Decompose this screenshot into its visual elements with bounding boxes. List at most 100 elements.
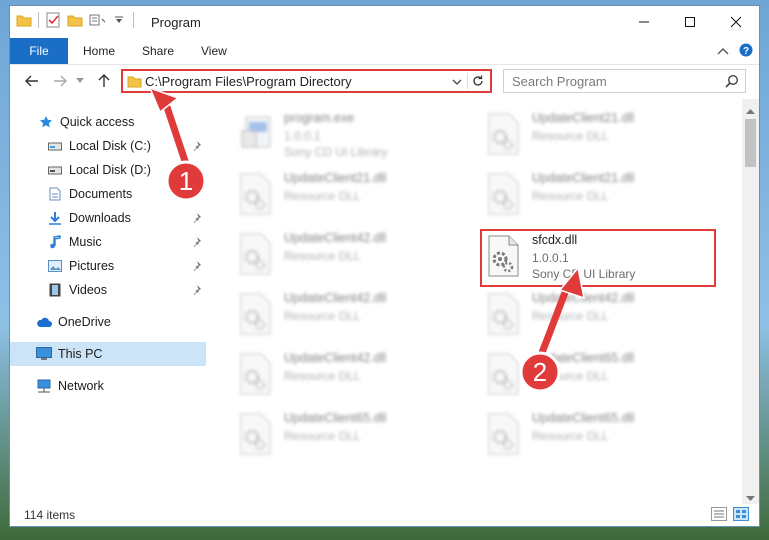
tab-home[interactable]: Home xyxy=(83,44,115,58)
file-version: 1.0.0.1 xyxy=(532,251,569,265)
list-item[interactable]: UpdateClient42.dll Resource DLL xyxy=(482,289,718,341)
list-item[interactable]: UpdateClient42.dll Resource DLL xyxy=(234,289,470,341)
sidebar-item-label: Documents xyxy=(69,187,133,201)
expand-ribbon-icon[interactable] xyxy=(717,45,729,59)
file-type: Resource DLL xyxy=(532,369,609,383)
music-icon xyxy=(47,234,63,250)
file-name: UpdateClient65.dll xyxy=(532,411,635,425)
refresh-icon[interactable] xyxy=(467,73,488,89)
sidebar-item-label: Downloads xyxy=(69,211,131,225)
file-name: sfcdx.dll xyxy=(532,233,578,247)
address-bar[interactable]: C:\Program Files\Program Directory xyxy=(121,69,492,93)
sidebar-item-this-pc[interactable]: This PC xyxy=(10,342,206,366)
sidebar-item-local-disk-c[interactable]: Local Disk (C:) xyxy=(10,134,206,158)
customize-toolbar-icon[interactable] xyxy=(89,12,105,28)
dll-file-icon xyxy=(486,235,524,277)
svg-text:?: ? xyxy=(743,46,749,57)
sidebar-item-network[interactable]: Network xyxy=(10,374,206,398)
window-controls xyxy=(621,6,759,38)
file-type: Resource DLL xyxy=(532,429,609,443)
tab-view[interactable]: View xyxy=(201,44,227,58)
file-name: UpdateClient21.dll xyxy=(284,171,387,185)
sidebar-item-downloads[interactable]: Downloads xyxy=(10,206,206,230)
file-type: Resource DLL xyxy=(532,189,609,203)
sidebar-item-label: Local Disk (C:) xyxy=(69,139,151,153)
search-input[interactable] xyxy=(510,73,714,90)
list-item[interactable]: UpdateClient65.dll Resource DLL xyxy=(234,409,470,461)
sidebar-item-documents[interactable]: Documents xyxy=(10,182,206,206)
dll-file-icon xyxy=(238,413,276,455)
list-item[interactable]: UpdateClient65.dll Resource DLL xyxy=(482,409,718,461)
maximize-button[interactable] xyxy=(667,6,713,38)
file-list: program.exe 1.0.0.1 Sony CD UI Library U… xyxy=(208,99,744,509)
pin-icon[interactable] xyxy=(192,284,202,298)
forward-button[interactable] xyxy=(52,73,68,89)
scrollbar-thumb[interactable] xyxy=(745,119,756,167)
pin-icon[interactable] xyxy=(192,260,202,274)
file-name: UpdateClient65.dll xyxy=(532,351,635,365)
search-icon[interactable] xyxy=(725,74,739,91)
sidebar-item-label: Network xyxy=(58,379,104,393)
sidebar-item-music[interactable]: Music xyxy=(10,230,206,254)
dll-file-icon xyxy=(486,293,524,335)
recent-locations-button[interactable] xyxy=(72,73,88,89)
chevron-down-icon[interactable] xyxy=(111,12,127,28)
dll-file-icon xyxy=(238,173,276,215)
new-folder-icon[interactable] xyxy=(67,12,83,28)
file-type: Resource DLL xyxy=(284,249,361,263)
up-button[interactable] xyxy=(96,73,112,89)
file-version: 1.0.0.1 xyxy=(284,129,321,143)
file-name: UpdateClient42.dll xyxy=(284,231,387,245)
scroll-up-icon[interactable] xyxy=(746,103,755,117)
drive-icon xyxy=(47,138,63,154)
separator xyxy=(38,12,39,28)
list-item[interactable]: UpdateClient21.dll Resource DLL xyxy=(482,169,718,221)
address-path: C:\Program Files\Program Directory xyxy=(145,73,352,89)
tab-share[interactable]: Share xyxy=(142,44,174,58)
chevron-down-icon[interactable] xyxy=(452,75,462,89)
sidebar-item-local-disk-d[interactable]: Local Disk (D:) xyxy=(10,158,206,182)
tab-file[interactable]: File xyxy=(10,38,68,64)
list-item-sfcdx[interactable]: sfcdx.dll 1.0.0.1 Sony CD UI Library xyxy=(480,229,716,287)
minimize-button[interactable] xyxy=(621,6,667,38)
window-title: Program xyxy=(151,15,201,30)
details-view-icon[interactable] xyxy=(711,507,727,524)
sidebar-item-quick-access[interactable]: Quick access xyxy=(10,110,206,134)
sidebar-item-videos[interactable]: Videos xyxy=(10,278,206,302)
file-type: Resource DLL xyxy=(284,309,361,323)
list-item[interactable]: UpdateClient21.dll Resource DLL xyxy=(482,109,718,161)
scroll-down-icon[interactable] xyxy=(746,491,755,505)
pin-icon[interactable] xyxy=(192,236,202,250)
videos-icon xyxy=(47,282,63,298)
explorer-window: Program File Home Share View ? C:\Progra… xyxy=(9,5,760,527)
file-type: Resource DLL xyxy=(532,129,609,143)
drive-icon xyxy=(47,162,63,178)
title-bar: Program xyxy=(10,6,759,38)
sidebar-item-label: This PC xyxy=(58,347,103,361)
list-item[interactable]: UpdateClient65.dll Resource DLL xyxy=(482,349,718,401)
sidebar-item-pictures[interactable]: Pictures xyxy=(10,254,206,278)
file-name: program.exe xyxy=(284,111,355,125)
close-button[interactable] xyxy=(713,6,759,38)
vertical-scrollbar[interactable] xyxy=(742,99,759,509)
list-item[interactable]: UpdateClient21.dll Resource DLL xyxy=(234,169,470,221)
file-name: UpdateClient42.dll xyxy=(284,351,387,365)
downloads-icon xyxy=(47,210,63,226)
star-icon xyxy=(38,114,54,130)
exe-icon xyxy=(238,113,276,155)
list-item[interactable]: UpdateClient42.dll Resource DLL xyxy=(234,229,470,281)
list-item[interactable]: UpdateClient42.dll Resource DLL xyxy=(234,349,470,401)
file-description: Sony CD UI Library xyxy=(532,267,636,281)
list-item[interactable]: program.exe 1.0.0.1 Sony CD UI Library xyxy=(234,109,470,161)
back-button[interactable] xyxy=(24,73,40,89)
pin-icon[interactable] xyxy=(192,212,202,226)
address-row: C:\Program Files\Program Directory xyxy=(10,65,759,99)
help-icon[interactable]: ? xyxy=(739,43,753,60)
tiles-view-icon[interactable] xyxy=(733,507,749,524)
sidebar-item-onedrive[interactable]: OneDrive xyxy=(10,310,206,334)
file-name: UpdateClient65.dll xyxy=(284,411,387,425)
properties-icon[interactable] xyxy=(45,12,61,28)
pin-icon[interactable] xyxy=(192,140,202,154)
folder-icon xyxy=(127,74,142,91)
sidebar-item-label: Quick access xyxy=(60,115,135,129)
